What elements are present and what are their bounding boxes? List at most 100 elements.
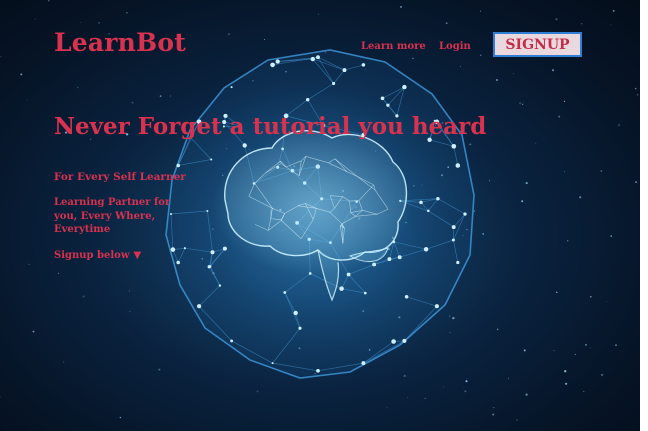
star-dot xyxy=(488,180,491,182)
star-dot xyxy=(131,101,134,104)
star-dot xyxy=(463,386,464,388)
network-node xyxy=(436,196,440,201)
star-dot xyxy=(403,374,406,378)
star-dot xyxy=(492,413,495,416)
star-dot xyxy=(442,386,444,388)
network-node xyxy=(271,362,274,365)
star-dot xyxy=(82,295,85,298)
star-dot xyxy=(63,361,65,363)
star-dot xyxy=(256,390,259,393)
star-dot xyxy=(119,416,122,419)
network-node xyxy=(230,339,234,343)
star-dot xyxy=(605,301,607,303)
star-dot xyxy=(583,390,585,393)
network-node xyxy=(176,260,180,265)
star-dot xyxy=(452,316,455,320)
signup-below-label: Signup below xyxy=(54,250,130,261)
star-dot xyxy=(635,181,638,184)
star-dot xyxy=(159,95,162,97)
star-dot xyxy=(482,233,485,235)
network-node xyxy=(346,272,351,277)
star-dot xyxy=(574,353,576,355)
network-node xyxy=(230,86,233,89)
nav-login-link[interactable]: Login xyxy=(439,41,471,52)
network-node xyxy=(386,103,390,107)
signup-below-link[interactable]: Signup below ▼ xyxy=(54,250,141,261)
network-node xyxy=(380,96,385,101)
star-dot xyxy=(424,397,426,400)
star-dot xyxy=(57,272,60,275)
network-node xyxy=(222,246,227,251)
network-node xyxy=(206,210,209,212)
top-navigation: LearnBot Learn more Login SIGNUP xyxy=(0,0,640,80)
star-dot xyxy=(636,93,639,96)
network-node xyxy=(176,163,180,168)
star-dot xyxy=(585,344,587,346)
hero-tagline: For Every Self Learner xyxy=(54,171,186,183)
star-dot xyxy=(516,419,518,421)
star-dot xyxy=(49,174,51,176)
nav-learn-more-link[interactable]: Learn more xyxy=(361,41,426,52)
network-node xyxy=(242,143,247,148)
star-dot xyxy=(449,332,451,334)
star-dot xyxy=(553,350,555,352)
star-dot xyxy=(492,406,495,409)
network-node xyxy=(293,310,298,316)
star-dot xyxy=(508,377,509,379)
network-node xyxy=(283,291,287,294)
star-dot xyxy=(77,86,79,89)
network-node xyxy=(451,143,457,149)
brand-logo[interactable]: LearnBot xyxy=(54,28,186,57)
star-dot xyxy=(558,115,561,118)
star-dot xyxy=(525,393,528,396)
star-dot xyxy=(522,103,524,105)
network-node xyxy=(402,338,407,343)
star-dot xyxy=(579,196,582,199)
network-node xyxy=(361,361,366,366)
network-node xyxy=(170,247,176,252)
star-dot xyxy=(610,235,613,237)
triangle-down-icon: ▼ xyxy=(133,250,142,261)
star-dot xyxy=(564,370,567,373)
star-dot xyxy=(28,263,30,265)
star-dot xyxy=(486,118,488,120)
star-dot xyxy=(523,349,526,352)
star-dot xyxy=(407,397,408,398)
star-dot xyxy=(589,347,591,349)
signup-button[interactable]: SIGNUP xyxy=(493,32,582,57)
network-node xyxy=(387,257,392,262)
star-dot xyxy=(567,240,569,242)
network-node xyxy=(463,212,467,216)
star-dot xyxy=(600,170,603,172)
star-dot xyxy=(564,171,566,173)
star-dot xyxy=(589,295,592,298)
star-dot xyxy=(448,315,451,318)
star-dot xyxy=(496,328,499,330)
star-dot xyxy=(465,380,468,383)
star-dot xyxy=(0,396,1,398)
network-node xyxy=(451,238,455,242)
star-dot xyxy=(128,290,130,292)
network-node xyxy=(339,286,344,291)
network-node xyxy=(391,339,396,344)
network-node xyxy=(434,304,439,309)
star-dot xyxy=(535,142,537,144)
network-node xyxy=(419,200,423,205)
hero-title: Never Forget a tutorial you heard xyxy=(54,113,487,140)
star-dot xyxy=(386,407,388,409)
star-dot xyxy=(617,124,621,127)
star-dot xyxy=(169,95,171,97)
star-dot xyxy=(600,373,604,377)
network-node xyxy=(183,247,186,250)
star-dot xyxy=(26,99,28,101)
hero-description: Learning Partner for you, Every Where, E… xyxy=(54,197,171,235)
network-node xyxy=(305,97,310,102)
network-node xyxy=(451,225,456,230)
network-node xyxy=(456,260,460,265)
star-dot xyxy=(563,100,566,103)
network-node xyxy=(210,250,215,255)
page-edge xyxy=(640,0,648,431)
network-node xyxy=(363,291,367,295)
star-dot xyxy=(565,382,568,385)
network-node xyxy=(218,284,222,287)
